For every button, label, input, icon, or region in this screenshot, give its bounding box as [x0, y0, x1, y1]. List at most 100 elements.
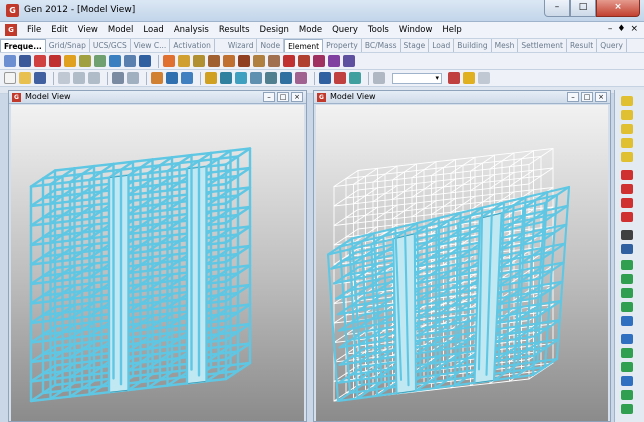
new-icon[interactable] — [4, 72, 16, 84]
view-minimize-button[interactable]: – — [567, 92, 579, 102]
maximize-button[interactable]: □ — [570, 0, 596, 17]
change-parameter-icon[interactable] — [298, 55, 310, 67]
pan-icon[interactable] — [250, 72, 262, 84]
axis-y-icon[interactable] — [621, 348, 633, 358]
front-view-icon[interactable] — [621, 260, 633, 270]
save-icon[interactable] — [34, 72, 46, 84]
menu-design[interactable]: Design — [255, 25, 294, 35]
select-window-icon[interactable] — [34, 55, 46, 67]
zoom-out-icon[interactable] — [621, 138, 633, 148]
tab-frequent[interactable]: Freque... — [0, 39, 46, 52]
tab-building[interactable]: Building — [454, 39, 492, 52]
zoom-fit-icon[interactable] — [235, 72, 247, 84]
query-node-icon[interactable] — [319, 72, 331, 84]
axis-x-icon[interactable] — [621, 334, 633, 344]
rotate-z-icon[interactable] — [621, 404, 633, 414]
zoom-window-icon[interactable] — [220, 72, 232, 84]
menu-window[interactable]: Window — [394, 25, 438, 35]
tab-view-control[interactable]: View C... — [131, 39, 171, 52]
rotate-x-icon[interactable] — [621, 376, 633, 386]
building-model-undeformed[interactable] — [11, 105, 304, 421]
create-element-icon[interactable] — [163, 55, 175, 67]
renumber-icon[interactable] — [313, 55, 325, 67]
move-right-icon[interactable] — [621, 184, 633, 194]
rotate-element-icon[interactable] — [208, 55, 220, 67]
redo-icon[interactable] — [88, 72, 100, 84]
iso-view-icon[interactable] — [621, 244, 633, 254]
undo-icon[interactable] — [73, 72, 85, 84]
settings-icon[interactable] — [373, 72, 385, 84]
element-table-icon[interactable] — [343, 55, 355, 67]
minimize-button[interactable]: – — [544, 0, 570, 17]
help-icon[interactable] — [349, 72, 361, 84]
view-maximize-button[interactable]: □ — [581, 92, 593, 102]
tab-stage[interactable]: Stage — [401, 39, 430, 52]
merge-element-icon[interactable] — [253, 55, 265, 67]
tab-grid-snap[interactable]: Grid/Snap — [46, 39, 90, 52]
display-icon[interactable] — [109, 55, 121, 67]
unselect-icon[interactable] — [64, 55, 76, 67]
check-duplicate-icon[interactable] — [328, 55, 340, 67]
right-view-icon[interactable] — [621, 302, 633, 312]
view-minimize-button[interactable]: – — [263, 92, 275, 102]
shrink-icon[interactable] — [124, 55, 136, 67]
view-close-button[interactable]: × — [291, 92, 303, 102]
tab-settlement[interactable]: Settlement — [518, 39, 567, 52]
move-left-icon[interactable] — [621, 170, 633, 180]
preview-icon[interactable] — [127, 72, 139, 84]
tab-activation[interactable]: Activation — [170, 39, 215, 52]
menu-load[interactable]: Load — [138, 25, 168, 35]
tab-mesh[interactable]: Mesh — [492, 39, 519, 52]
mdi-restore-button[interactable]: ♦ — [617, 24, 625, 34]
move-down-icon[interactable] — [621, 212, 633, 222]
menu-query[interactable]: Query — [327, 25, 363, 35]
display-option-icon[interactable] — [295, 72, 307, 84]
tab-bc-mass[interactable]: BC/Mass — [362, 39, 401, 52]
tab-load[interactable]: Load — [429, 39, 455, 52]
view-close-button[interactable]: × — [595, 92, 607, 102]
view-point-icon[interactable] — [205, 72, 217, 84]
menu-mode[interactable]: Mode — [294, 25, 327, 35]
intersect-element-icon[interactable] — [283, 55, 295, 67]
pointer-icon[interactable] — [19, 55, 31, 67]
menu-tools[interactable]: Tools — [363, 25, 394, 35]
structure-type-icon[interactable] — [166, 72, 178, 84]
extrude-element-icon[interactable] — [223, 55, 235, 67]
redraw-icon[interactable] — [280, 72, 292, 84]
document-icon[interactable]: G — [5, 24, 17, 36]
top-view-icon[interactable] — [621, 316, 633, 326]
move-up-icon[interactable] — [621, 198, 633, 208]
left-view-icon[interactable] — [621, 288, 633, 298]
lock-icon[interactable] — [463, 72, 475, 84]
analysis-icon[interactable] — [151, 72, 163, 84]
divide-element-icon[interactable] — [238, 55, 250, 67]
open-icon[interactable] — [19, 72, 31, 84]
select-icon[interactable] — [4, 55, 16, 67]
unit-dropdown[interactable]: ▾ — [392, 72, 442, 84]
mdi-close-button[interactable]: × — [630, 24, 638, 34]
zoom-in-icon[interactable] — [621, 124, 633, 134]
menu-edit[interactable]: Edit — [46, 25, 72, 35]
close-button[interactable]: × — [596, 0, 640, 17]
pan-icon[interactable] — [621, 152, 633, 162]
midas-logo-icon[interactable]: G — [6, 4, 19, 17]
tab-property[interactable]: Property — [323, 39, 362, 52]
menu-model[interactable]: Model — [103, 25, 139, 35]
hidden-icon[interactable] — [139, 55, 151, 67]
zoom-all-icon[interactable] — [621, 96, 633, 106]
delete-element-icon[interactable] — [178, 55, 190, 67]
tab-ucs-gcs[interactable]: UCS/GCS — [90, 39, 131, 52]
back-view-icon[interactable] — [621, 274, 633, 284]
select-polygon-icon[interactable] — [49, 55, 61, 67]
units-icon[interactable] — [181, 72, 193, 84]
zoom-window-icon[interactable] — [621, 110, 633, 120]
axis-z-icon[interactable] — [621, 362, 633, 372]
mdi-minimize-button[interactable]: – — [608, 24, 613, 34]
menu-view[interactable]: View — [73, 25, 103, 35]
element-number-icon[interactable] — [94, 55, 106, 67]
node-number-icon[interactable] — [79, 55, 91, 67]
query-element-icon[interactable] — [334, 72, 346, 84]
cut-icon[interactable] — [58, 72, 70, 84]
translate-element-icon[interactable] — [193, 55, 205, 67]
menu-file[interactable]: File — [22, 25, 46, 35]
